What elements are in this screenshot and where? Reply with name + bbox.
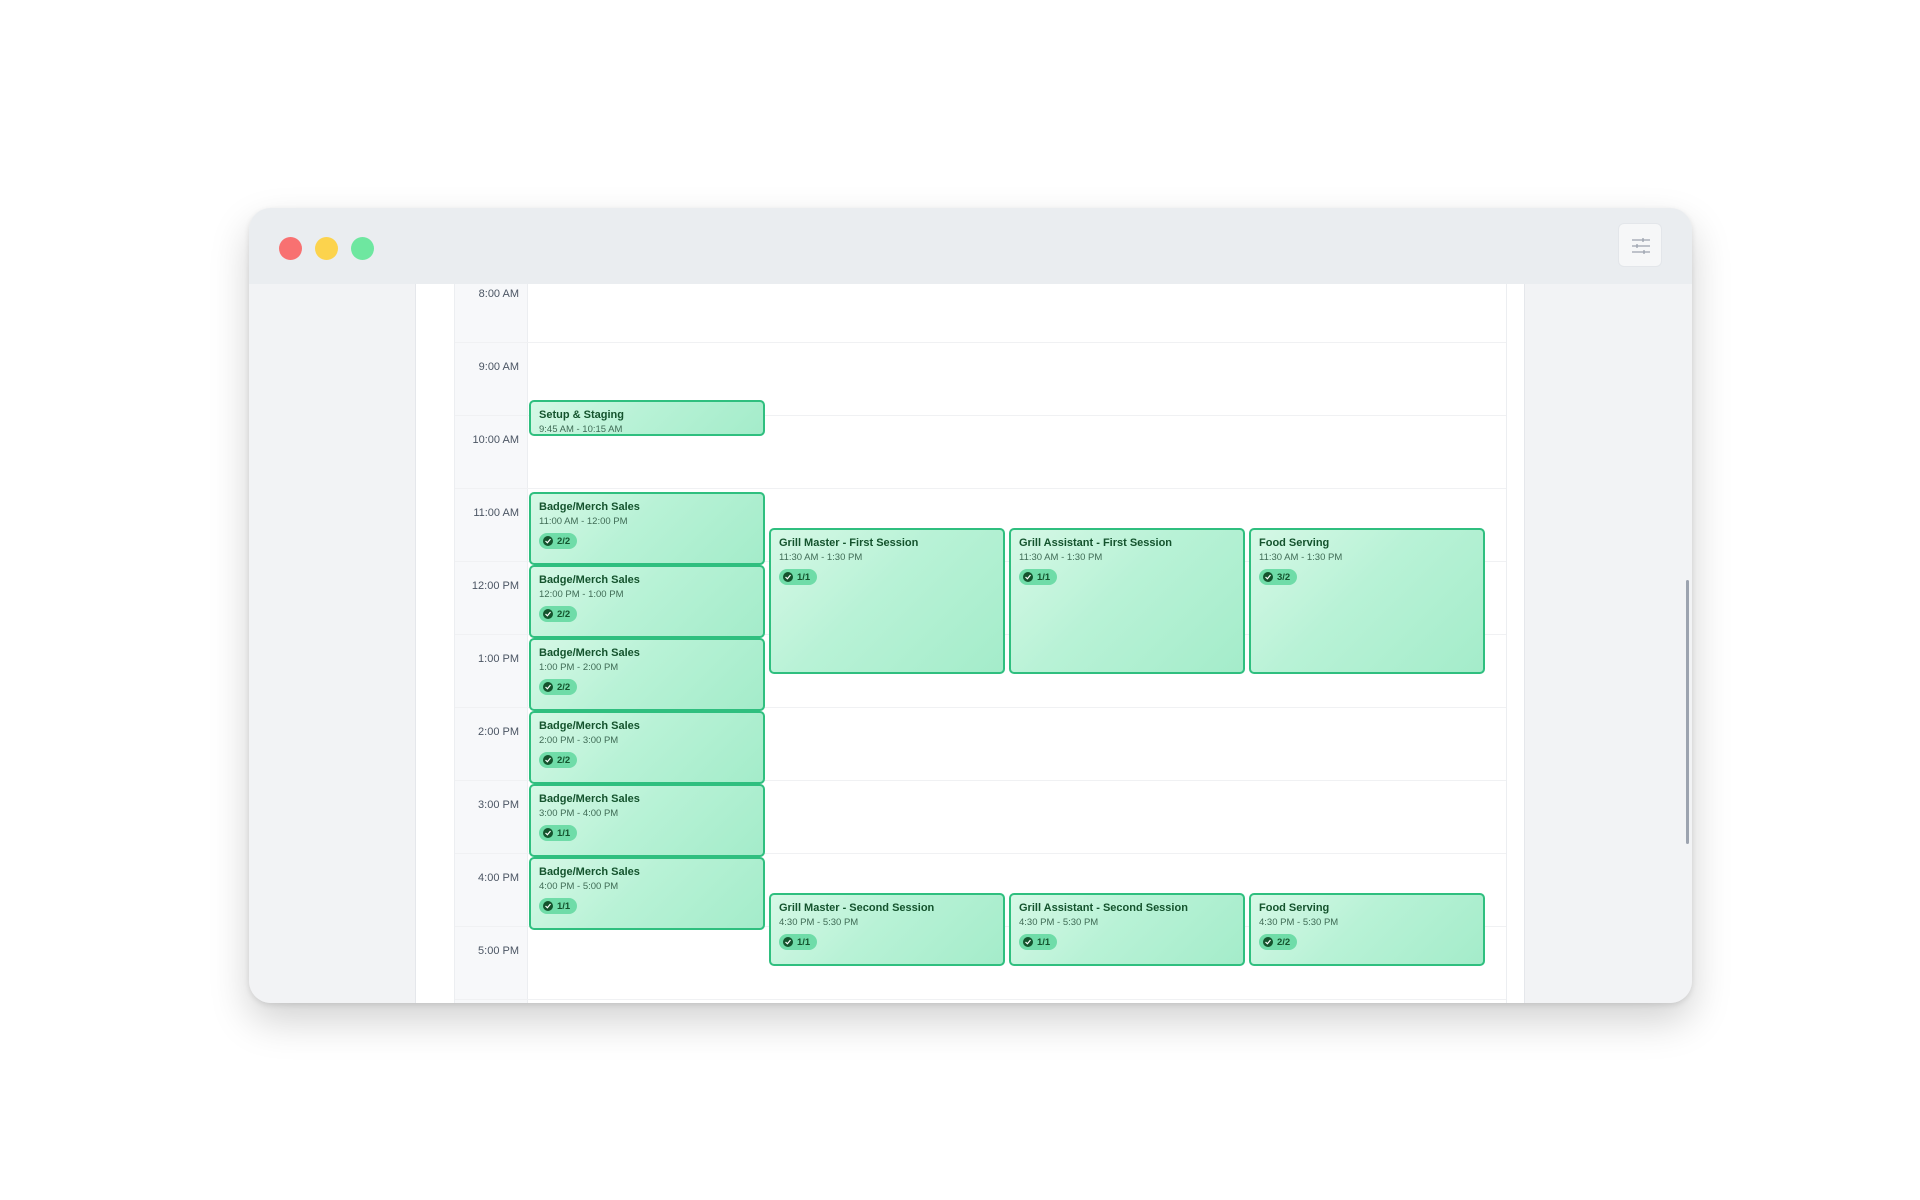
main-content: 8:00 AM 9:00 AM 10:00 AM 11:00 AM 12:00 PM 1:… (249, 284, 1692, 1003)
hour-gridline (455, 999, 1506, 1000)
fill-count-badge: 1/1 (539, 825, 578, 841)
fill-count: 2/2 (557, 754, 571, 766)
check-circle-icon (543, 755, 553, 765)
shift-event[interactable]: Badge/Merch Sales 4:00 PM - 5:00 PM 1/1 (529, 857, 765, 930)
fill-count: 2/2 (557, 608, 571, 620)
time-label: 2:00 PM (478, 726, 519, 738)
fill-count: 3/2 (1277, 571, 1291, 583)
day-calendar: 8:00 AM 9:00 AM 10:00 AM 11:00 AM 12:00 PM 1:… (454, 284, 1507, 1003)
event-time: 1:00 PM - 2:00 PM (539, 662, 619, 673)
check-circle-icon (543, 828, 553, 838)
shift-event[interactable]: Grill Assistant - Second Session 4:30 PM … (1009, 893, 1245, 966)
check-circle-icon (1023, 572, 1033, 582)
hour-gridline (455, 342, 1506, 343)
fill-count-badge: 2/2 (539, 606, 578, 622)
fill-count: 1/1 (1037, 936, 1051, 948)
fill-count: 1/1 (797, 571, 811, 583)
fill-count: 1/1 (557, 827, 571, 839)
check-circle-icon (783, 937, 793, 947)
fill-count: 2/2 (1277, 936, 1291, 948)
fill-count-badge: 1/1 (1019, 569, 1058, 585)
event-time: 3:00 PM - 4:00 PM (539, 808, 619, 819)
event-title: Grill Master - Second Session (779, 902, 935, 914)
event-time: 12:00 PM - 1:00 PM (539, 589, 624, 600)
time-label: 1:00 PM (478, 653, 519, 665)
app-window: 8:00 AM 9:00 AM 10:00 AM 11:00 AM 12:00 PM 1:… (249, 208, 1692, 1003)
event-time: 9:45 AM - 10:15 AM (539, 424, 623, 435)
time-label: 9:00 AM (478, 361, 519, 373)
maximize-window-button[interactable] (351, 237, 374, 260)
event-title: Food Serving (1259, 537, 1330, 549)
time-label: 12:00 PM (471, 580, 519, 592)
shift-event[interactable]: Badge/Merch Sales 3:00 PM - 4:00 PM 1/1 (529, 784, 765, 857)
event-title: Badge/Merch Sales (539, 720, 640, 732)
shift-event[interactable]: Badge/Merch Sales 1:00 PM - 2:00 PM 2/2 (529, 638, 765, 711)
event-time: 11:00 AM - 12:00 PM (539, 516, 628, 527)
fill-count-badge: 2/2 (539, 533, 578, 549)
fill-count-badge: 2/2 (539, 679, 578, 695)
event-time: 11:30 AM - 1:30 PM (779, 552, 863, 563)
event-title: Badge/Merch Sales (539, 501, 640, 513)
event-time: 11:30 AM - 1:30 PM (1019, 552, 1103, 563)
check-circle-icon (543, 536, 553, 546)
shift-event[interactable]: Food Serving 4:30 PM - 5:30 PM 2/2 (1249, 893, 1485, 966)
event-title: Badge/Merch Sales (539, 647, 640, 659)
fill-count-badge: 1/1 (1019, 934, 1058, 950)
event-time: 4:30 PM - 5:30 PM (1019, 917, 1099, 928)
shift-event[interactable]: Badge/Merch Sales 11:00 AM - 12:00 PM 2/2 (529, 492, 765, 565)
time-label: 5:00 PM (478, 945, 519, 957)
check-circle-icon (543, 609, 553, 619)
settings-button[interactable] (1618, 223, 1662, 267)
fill-count-badge: 2/2 (539, 752, 578, 768)
shift-event[interactable]: Grill Assistant - First Session 11:30 AM … (1009, 528, 1245, 674)
time-label: 8:00 AM (478, 288, 519, 300)
fill-count-badge: 2/2 (1259, 934, 1298, 950)
event-time: 11:30 AM - 1:30 PM (1259, 552, 1343, 563)
event-title: Badge/Merch Sales (539, 793, 640, 805)
event-title: Grill Master - First Session (779, 537, 919, 549)
fill-count-badge: 1/1 (779, 934, 818, 950)
time-label: 11:00 AM (473, 507, 519, 519)
event-title: Setup & Staging (539, 409, 624, 421)
hour-gridline (455, 488, 1506, 489)
event-title: Grill Assistant - First Session (1019, 537, 1173, 549)
shift-event[interactable]: Grill Master - First Session 11:30 AM - 1… (769, 528, 1005, 674)
fill-count: 1/1 (797, 936, 811, 948)
time-label: 10:00 AM (472, 434, 519, 446)
event-time: 4:30 PM - 5:30 PM (779, 917, 859, 928)
event-time: 4:00 PM - 5:00 PM (539, 881, 619, 892)
fill-count: 1/1 (1037, 571, 1051, 583)
fill-count: 1/1 (557, 900, 571, 912)
event-title: Food Serving (1259, 902, 1330, 914)
shift-event[interactable]: Food Serving 11:30 AM - 1:30 PM 3/2 (1249, 528, 1485, 674)
fill-count-badge: 3/2 (1259, 569, 1298, 585)
fill-count: 2/2 (557, 535, 571, 547)
fill-count: 2/2 (557, 681, 571, 693)
event-time: 2:00 PM - 3:00 PM (539, 735, 619, 746)
time-label: 3:00 PM (478, 799, 519, 811)
shift-event[interactable]: Badge/Merch Sales 12:00 PM - 1:00 PM 2/2 (529, 565, 765, 638)
event-time: 4:30 PM - 5:30 PM (1259, 917, 1339, 928)
fill-count-badge: 1/1 (779, 569, 818, 585)
close-window-button[interactable] (279, 237, 302, 260)
check-circle-icon (1263, 572, 1273, 582)
fill-count-badge: 1/1 (539, 898, 578, 914)
time-column: 8:00 AM 9:00 AM 10:00 AM 11:00 AM 12:00 PM 1:… (455, 284, 528, 1003)
vertical-scrollbar[interactable] (1686, 580, 1689, 844)
title-bar (249, 208, 1692, 284)
shift-event[interactable]: Badge/Merch Sales 2:00 PM - 3:00 PM 2/2 (529, 711, 765, 784)
minimize-window-button[interactable] (315, 237, 338, 260)
check-circle-icon (1023, 937, 1033, 947)
event-title: Grill Assistant - Second Session (1019, 902, 1188, 914)
check-circle-icon (543, 901, 553, 911)
shift-event[interactable]: Grill Master - Second Session 4:30 PM - 5… (769, 893, 1005, 966)
check-circle-icon (783, 572, 793, 582)
event-title: Badge/Merch Sales (539, 574, 640, 586)
check-circle-icon (1263, 937, 1273, 947)
shift-event[interactable]: Setup & Staging 9:45 AM - 10:15 AM (529, 400, 765, 436)
event-title: Badge/Merch Sales (539, 866, 640, 878)
check-circle-icon (543, 682, 553, 692)
schedule-panel: 8:00 AM 9:00 AM 10:00 AM 11:00 AM 12:00 PM 1:… (415, 284, 1525, 1003)
time-label: 4:00 PM (478, 872, 519, 884)
